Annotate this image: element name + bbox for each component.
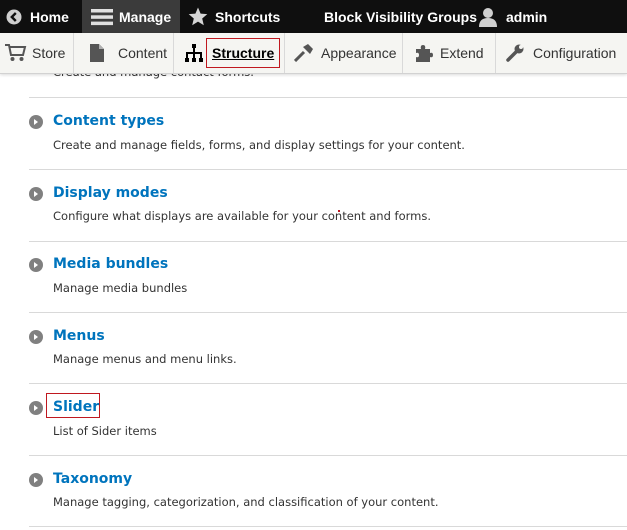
separator (29, 455, 627, 456)
separator (29, 97, 627, 98)
arrow-bullet-icon (29, 187, 43, 201)
arrow-bullet-icon (29, 115, 43, 129)
wrench-icon (506, 44, 524, 62)
manage-label: Manage (119, 8, 172, 25)
arrow-bullet-icon (29, 401, 43, 415)
arrow-bullet-icon (29, 258, 43, 272)
separator (29, 383, 627, 384)
document-icon (90, 44, 104, 62)
hamburger-icon (91, 8, 113, 25)
shortcuts-link[interactable]: Shortcuts (188, 0, 280, 33)
media-bundles-description: Manage media bundles (53, 281, 188, 295)
tray-item-extend[interactable]: Extend (402, 33, 496, 73)
tray-item-store[interactable]: Store (0, 33, 74, 73)
separator (29, 526, 627, 527)
menus-link[interactable]: Menus (53, 328, 105, 344)
slider-link[interactable]: Slider (53, 399, 99, 415)
structure-label: Structure (206, 38, 281, 68)
display-modes-link[interactable]: Display modes (53, 185, 168, 201)
separator (29, 312, 627, 313)
content-label: Content (118, 45, 168, 61)
user-link[interactable]: admin (478, 0, 547, 33)
content-types-description: Create and manage fields, forms, and dis… (53, 138, 465, 152)
tray-item-content[interactable]: Content (73, 33, 174, 73)
tray-item-appearance[interactable]: Appearance (284, 33, 403, 73)
configuration-label: Configuration (533, 45, 617, 61)
back-arrow-icon (6, 9, 22, 24)
store-label: Store (32, 45, 66, 61)
paintbrush-icon (294, 44, 313, 62)
shortcuts-label: Shortcuts (215, 8, 281, 25)
extend-label: Extend (440, 45, 484, 61)
manage-link[interactable]: Manage (82, 0, 180, 33)
display-modes-description: Configure what displays are available fo… (53, 209, 432, 223)
appearance-label: Appearance (321, 45, 397, 61)
taxonomy-description: Manage tagging, categorization, and clas… (53, 495, 439, 509)
user-icon (479, 7, 497, 27)
cart-icon (5, 44, 27, 61)
puzzle-icon (416, 45, 433, 62)
arrow-bullet-icon (29, 473, 43, 487)
home-link[interactable]: Home (6, 0, 69, 33)
slider-description: List of Sider items (53, 424, 157, 438)
user-label: admin (506, 8, 548, 25)
media-bundles-link[interactable]: Media bundles (53, 256, 168, 272)
block-visibility-label: Block Visibility Groups (324, 8, 478, 25)
content-types-link[interactable]: Content types (53, 113, 164, 129)
separator (29, 241, 627, 242)
tray-item-configuration[interactable]: Configuration (495, 33, 627, 73)
tray-item-structure[interactable]: Structure (173, 33, 285, 73)
red-dot (338, 210, 340, 212)
admin-toolbar: Home Manage Shortcuts Block Visibility G… (0, 0, 627, 33)
sitemap-icon (185, 44, 203, 62)
home-label: Home (30, 8, 69, 25)
star-icon (188, 7, 208, 26)
toolbar-tray: Store Content Structure Appearance Exten… (0, 33, 627, 74)
block-visibility-groups-link[interactable]: Block Visibility Groups (324, 0, 477, 33)
separator (29, 169, 627, 170)
arrow-bullet-icon (29, 330, 43, 344)
taxonomy-link[interactable]: Taxonomy (53, 471, 132, 487)
menus-description: Manage menus and menu links. (53, 352, 237, 366)
